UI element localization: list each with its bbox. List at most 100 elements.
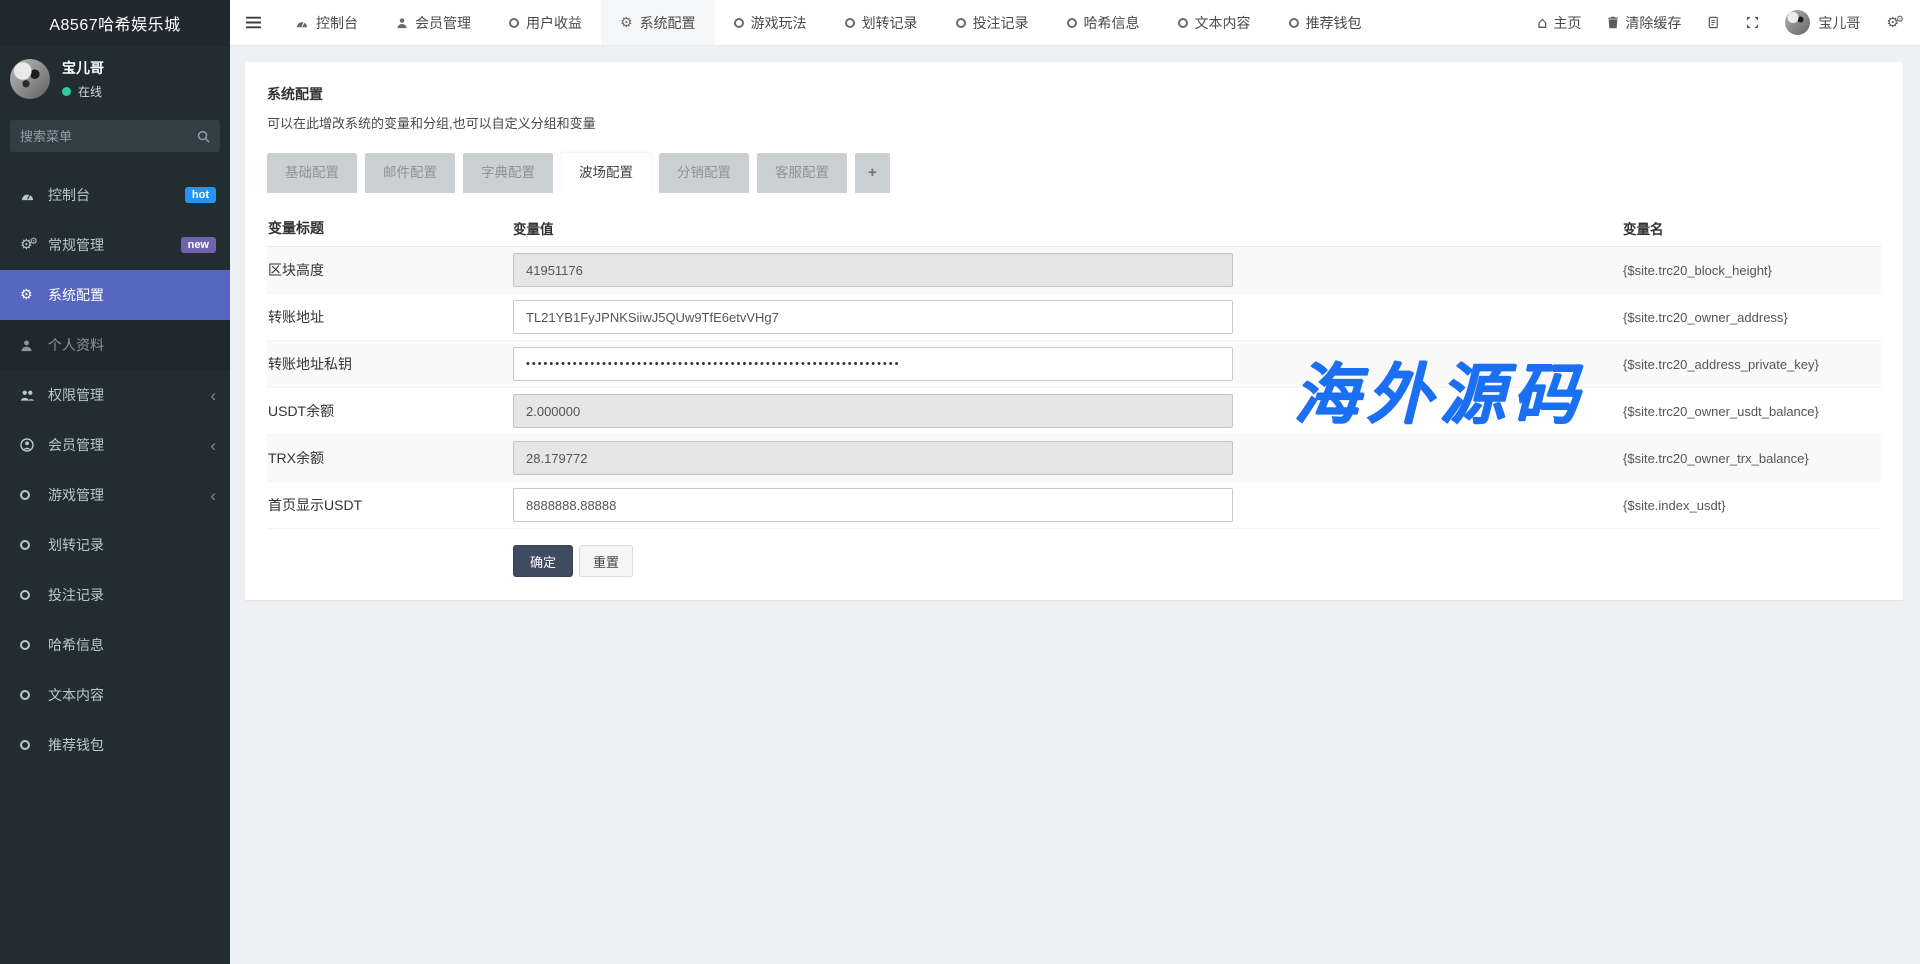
tab-dict-config[interactable]: 字典配置 [463,153,553,193]
language-button[interactable] [1694,0,1733,45]
new-badge: new [181,237,216,253]
circle-icon [956,18,966,28]
header-var-name: 变量名 [1233,218,1881,238]
circle-icon [1289,18,1299,28]
header-var-value: 变量值 [513,218,1233,238]
config-tabs: 基础配置 邮件配置 字典配置 波场配置 分销配置 客服配置 + [267,153,1881,193]
gears-icon: ⚙⚙ [20,238,42,252]
search-input[interactable] [20,129,197,144]
sidebar-item-recommend-wallet[interactable]: 推荐钱包 [0,720,230,770]
chevron-left-icon: ‹ [210,387,216,404]
sidebar-submenu: ⚙ 系统配置 个人资料 [0,270,230,370]
tab-distribution-config[interactable]: 分销配置 [659,153,749,193]
reset-button[interactable]: 重置 [579,545,633,577]
submit-button[interactable]: 确定 [513,545,573,577]
sidebar-item-text-content[interactable]: 文本内容 [0,670,230,720]
sidebar-item-dashboard[interactable]: 控制台 hot [0,170,230,220]
topnav-item-dashboard[interactable]: 控制台 [276,0,377,45]
topnav-item-bet-records[interactable]: 投注记录 [937,0,1048,45]
form-actions: 确定 重置 [513,545,1881,577]
fullscreen-icon [1746,16,1759,29]
hamburger-button[interactable] [230,0,276,45]
sidebar-item-hash-info[interactable]: 哈希信息 [0,620,230,670]
tab-service-config[interactable]: 客服配置 [757,153,847,193]
search-icon [197,130,210,143]
block-height-input [513,253,1233,287]
fullscreen-button[interactable] [1733,0,1772,45]
users-icon [20,389,42,402]
tab-tron-config[interactable]: 波场配置 [561,153,651,193]
tab-add-button[interactable]: + [855,153,890,193]
index-usdt-input[interactable] [513,488,1233,522]
topnav-item-transfer-records[interactable]: 划转记录 [826,0,937,45]
sidebar-item-games[interactable]: 游戏管理 ‹ [0,470,230,520]
topnav-item-system-config[interactable]: ⚙ 系统配置 [601,0,715,45]
topnav-item-game-rules[interactable]: 游戏玩法 [715,0,826,45]
tab-basic-config[interactable]: 基础配置 [267,153,357,193]
avatar [10,59,50,99]
topnav-item-members[interactable]: 会员管理 [377,0,490,45]
topnav-item-recommend-wallet[interactable]: 推荐钱包 [1270,0,1381,45]
trx-balance-input [513,441,1233,475]
page-subtitle: 可以在此增改系统的变量和分组,也可以自定义分组和变量 [267,113,1881,132]
table-header: 变量标题 变量值 变量名 [267,209,1881,247]
circle-icon [20,490,42,500]
user-icon [396,17,408,29]
topnav-item-text-content[interactable]: 文本内容 [1159,0,1270,45]
sidebar-item-transfer-records[interactable]: 划转记录 [0,520,230,570]
page-title: 系统配置 [267,84,1881,104]
home-icon: ⌂ [1537,15,1547,31]
sidebar-item-permissions[interactable]: 权限管理 ‹ [0,370,230,420]
circle-icon [20,740,42,750]
topbar-right: ⌂ 主页 清除缓存 宝儿哥 ⚙⚙ [1524,0,1920,45]
user-circle-icon [20,438,42,452]
sidebar-user-panel: 宝儿哥 在线 [0,46,230,114]
circle-icon [1178,18,1188,28]
topnav-item-hash-info[interactable]: 哈希信息 [1048,0,1159,45]
content-area: 系统配置 可以在此增改系统的变量和分组,也可以自定义分组和变量 基础配置 邮件配… [230,46,1920,964]
table-row-usdt-balance: USDT余额 {$site.trc20_owner_usdt_balance} [267,388,1881,435]
home-button[interactable]: ⌂ 主页 [1524,0,1594,45]
topbar-username: 宝儿哥 [1818,13,1860,33]
system-config-card: 系统配置 可以在此增改系统的变量和分组,也可以自定义分组和变量 基础配置 邮件配… [245,62,1903,600]
sidebar-item-profile[interactable]: 个人资料 [0,320,230,370]
user-menu[interactable]: 宝儿哥 [1772,0,1873,45]
chevron-left-icon: ‹ [210,437,216,454]
topbar: 控制台 会员管理 用户收益 ⚙ 系统配置 游戏玩法 划转记录 [230,0,1920,46]
tab-email-config[interactable]: 邮件配置 [365,153,455,193]
language-icon [1707,16,1720,29]
circle-icon [20,590,42,600]
sidebar-item-system-config[interactable]: ⚙ 系统配置 [0,270,230,320]
app-logo: A8567哈希娱乐城 [0,0,230,46]
sidebar-search[interactable] [10,120,220,152]
settings-button[interactable]: ⚙⚙ [1873,0,1920,45]
circle-icon [1067,18,1077,28]
online-status: 在线 [78,83,102,100]
avatar [1785,10,1810,35]
circle-icon [20,540,42,550]
topnav-item-user-earnings[interactable]: 用户收益 [490,0,601,45]
topnav: 控制台 会员管理 用户收益 ⚙ 系统配置 游戏玩法 划转记录 [276,0,1381,45]
sidebar-item-members[interactable]: 会员管理 ‹ [0,420,230,470]
hot-badge: hot [185,187,216,203]
table-row-private-key: 转账地址私钥 {$site.trc20_address_private_key} [267,341,1881,388]
dashboard-icon [295,17,309,29]
user-icon [20,339,42,352]
sidebar-menu: 控制台 hot ⚙⚙ 常规管理 new ⚙ 系统配置 个人资料 权限管理 ‹ 会… [0,170,230,770]
sidebar-item-bet-records[interactable]: 投注记录 [0,570,230,620]
config-table: 变量标题 变量值 变量名 区块高度 {$site.trc20_block_hei… [267,209,1881,529]
sidebar-item-general[interactable]: ⚙⚙ 常规管理 new [0,220,230,270]
main-area: 控制台 会员管理 用户收益 ⚙ 系统配置 游戏玩法 划转记录 [230,0,1920,964]
circle-icon [20,690,42,700]
dashboard-icon [20,189,42,202]
table-row-index-usdt: 首页显示USDT {$site.index_usdt} [267,482,1881,529]
owner-address-input[interactable] [513,300,1233,334]
circle-icon [509,18,519,28]
header-var-title: 变量标题 [267,218,513,238]
trash-icon [1607,16,1619,29]
sidebar: A8567哈希娱乐城 宝儿哥 在线 控制台 hot ⚙⚙ 常规管理 new ⚙ … [0,0,230,964]
gear-icon: ⚙ [620,16,633,30]
private-key-input[interactable] [513,347,1233,381]
usdt-balance-input [513,394,1233,428]
clear-cache-button[interactable]: 清除缓存 [1594,0,1694,45]
